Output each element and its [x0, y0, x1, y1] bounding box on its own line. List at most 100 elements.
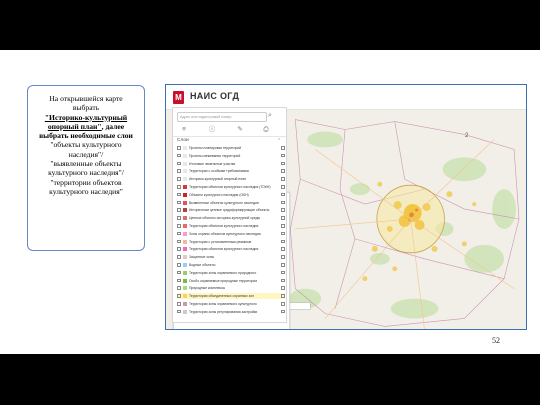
layer-checkbox[interactable] — [177, 224, 181, 228]
layer-visibility-toggle[interactable] — [281, 239, 285, 244]
instruction-line: выбрать необходимые слои — [39, 131, 133, 141]
layer-visibility-toggle[interactable] — [281, 263, 285, 267]
layer-checkbox[interactable] — [177, 255, 181, 259]
layer-item[interactable]: Территории объектов культурного наследия — [177, 223, 285, 229]
layer-visibility-toggle[interactable] — [281, 200, 285, 205]
layer-visibility-toggle[interactable] — [281, 185, 285, 189]
layer-checkbox[interactable] — [177, 146, 181, 150]
search-input[interactable]: Адрес или кадастровый номер — [177, 112, 267, 122]
layer-label: Территории с установленным режимом — [189, 239, 252, 244]
layer-label: Историко-культурный опорный план — [189, 177, 246, 182]
instruction-line: , далее — [101, 121, 125, 131]
layers-tool-icon[interactable]: ≡ — [179, 126, 189, 134]
layer-swatch-icon — [183, 255, 187, 260]
layer-visibility-toggle[interactable] — [281, 309, 285, 314]
layer-label: Выявленные объекты культурного наследия — [189, 200, 259, 205]
layer-swatch-icon — [183, 239, 187, 244]
layer-visibility-toggle[interactable] — [281, 161, 285, 166]
layer-item[interactable]: Выявленные объекты культурного наследия — [177, 200, 285, 206]
layer-item[interactable]: Проекты планировки территорий — [177, 145, 285, 151]
layer-item[interactable]: Территории с особыми требованиями — [177, 168, 285, 174]
layer-item[interactable]: Проекты межевания территорий — [177, 153, 285, 159]
layer-item[interactable]: Территории зоны охраняемого культурного — [177, 301, 285, 307]
layer-swatch-icon — [183, 286, 187, 291]
layer-label: Защитные зоны — [189, 255, 215, 260]
layer-swatch-icon — [183, 161, 187, 166]
layer-visibility-toggle[interactable] — [281, 278, 285, 283]
layer-visibility-toggle[interactable] — [281, 208, 285, 212]
layer-item[interactable]: Особо охраняемые природные территории — [177, 278, 285, 284]
print-tool-icon[interactable]: ⎙ — [261, 126, 271, 134]
moscow-logo-icon: М — [173, 91, 184, 104]
layer-checkbox[interactable] — [177, 200, 181, 205]
layer-visibility-toggle[interactable] — [281, 169, 285, 173]
layer-checkbox[interactable] — [177, 294, 181, 298]
layer-visibility-toggle[interactable] — [281, 216, 285, 220]
layer-checkbox[interactable] — [177, 302, 181, 306]
layer-visibility-toggle[interactable] — [281, 270, 285, 275]
instruction-line: "объекты культурного — [50, 140, 122, 150]
layer-checkbox[interactable] — [177, 169, 181, 173]
layer-item[interactable]: Территории зоны регулирования застройки — [177, 309, 285, 315]
chevron-up-icon[interactable]: ⌃ — [277, 138, 281, 144]
layer-checkbox[interactable] — [177, 247, 181, 251]
layer-label: Территории с особыми требованиями — [189, 169, 249, 174]
instruction-line: выбрать — [72, 103, 100, 113]
layer-visibility-toggle[interactable] — [281, 294, 285, 298]
layer-checkbox[interactable] — [177, 270, 181, 275]
layer-checkbox[interactable] — [177, 192, 181, 197]
layer-visibility-toggle[interactable] — [281, 255, 285, 259]
layer-item[interactable]: Ценные объекты историко-культурной среды — [177, 215, 285, 221]
layer-visibility-toggle[interactable] — [281, 146, 285, 150]
layer-label: Исторически ценные градоформирующие объе… — [189, 208, 270, 213]
instruction-line: культурного наследия" — [49, 186, 123, 196]
layer-label: Территории объектов культурного наследия — [189, 224, 259, 228]
layer-visibility-toggle[interactable] — [281, 177, 285, 181]
layer-label: Ценные объекты историко-культурной среды — [189, 216, 261, 221]
layer-checkbox[interactable] — [177, 177, 181, 181]
layer-swatch-icon — [183, 208, 187, 213]
layer-item[interactable]: Историко-культурный опорный план — [177, 176, 285, 182]
measure-tool-icon[interactable]: ✎ — [235, 126, 245, 134]
layer-swatch-icon — [183, 278, 187, 283]
layer-checkbox[interactable] — [177, 216, 181, 220]
layer-visibility-toggle[interactable] — [281, 302, 285, 306]
layer-checkbox[interactable] — [177, 231, 181, 236]
map-label: 2 — [465, 133, 469, 139]
layer-item[interactable]: Объекты культурного наследия (ОКН) — [177, 192, 285, 198]
layer-visibility-toggle[interactable] — [281, 153, 285, 158]
layer-item[interactable]: Территории объектов культурного наследия… — [177, 184, 285, 190]
layer-item[interactable]: Итоговые земельные участки — [177, 161, 285, 167]
layer-label: Водные объекты — [189, 263, 216, 267]
layer-visibility-toggle[interactable] — [281, 247, 285, 251]
layer-item[interactable]: Водные объекты — [177, 262, 285, 268]
layer-item[interactable]: Исторически ценные градоформирующие объе… — [177, 207, 285, 213]
layer-visibility-toggle[interactable] — [281, 224, 285, 228]
instruction-line: культурного наследия"/ — [48, 168, 124, 178]
layer-checkbox[interactable] — [177, 278, 181, 283]
layer-visibility-toggle[interactable] — [281, 286, 285, 290]
layer-swatch-icon — [183, 192, 187, 197]
layer-checkbox[interactable] — [177, 161, 181, 166]
layer-checkbox[interactable] — [177, 153, 181, 158]
layer-swatch-icon — [183, 216, 187, 221]
layer-visibility-toggle[interactable] — [281, 192, 285, 197]
layer-item[interactable]: Территории объектов культурного наследия — [177, 246, 285, 252]
layer-item[interactable]: Территории объединенных охранных зон — [177, 293, 285, 300]
layer-checkbox[interactable] — [177, 239, 181, 244]
layer-checkbox[interactable] — [177, 286, 181, 290]
layer-checkbox[interactable] — [177, 208, 181, 212]
layer-label: Проекты планировки территорий — [189, 146, 242, 150]
search-icon[interactable]: ⌕ — [266, 112, 274, 120]
info-tool-icon[interactable]: ⓘ — [207, 126, 217, 134]
layer-item[interactable]: Природные комплексы — [177, 285, 285, 291]
layer-checkbox[interactable] — [177, 185, 181, 189]
layer-checkbox[interactable] — [177, 309, 181, 314]
layer-item[interactable]: Зоны охраны объектов культурного наследи… — [177, 231, 285, 237]
layer-item[interactable]: Защитные зоны — [177, 254, 285, 260]
layer-visibility-toggle[interactable] — [281, 231, 285, 236]
layers-sidebar: Адрес или кадастровый номер ⌕ ≡ ⓘ ✎ ⎙ Сл… — [172, 107, 287, 323]
layer-item[interactable]: Территории зоны охраняемого природного — [177, 270, 285, 276]
layer-item[interactable]: Территории с установленным режимом — [177, 239, 285, 245]
layer-checkbox[interactable] — [177, 263, 181, 267]
